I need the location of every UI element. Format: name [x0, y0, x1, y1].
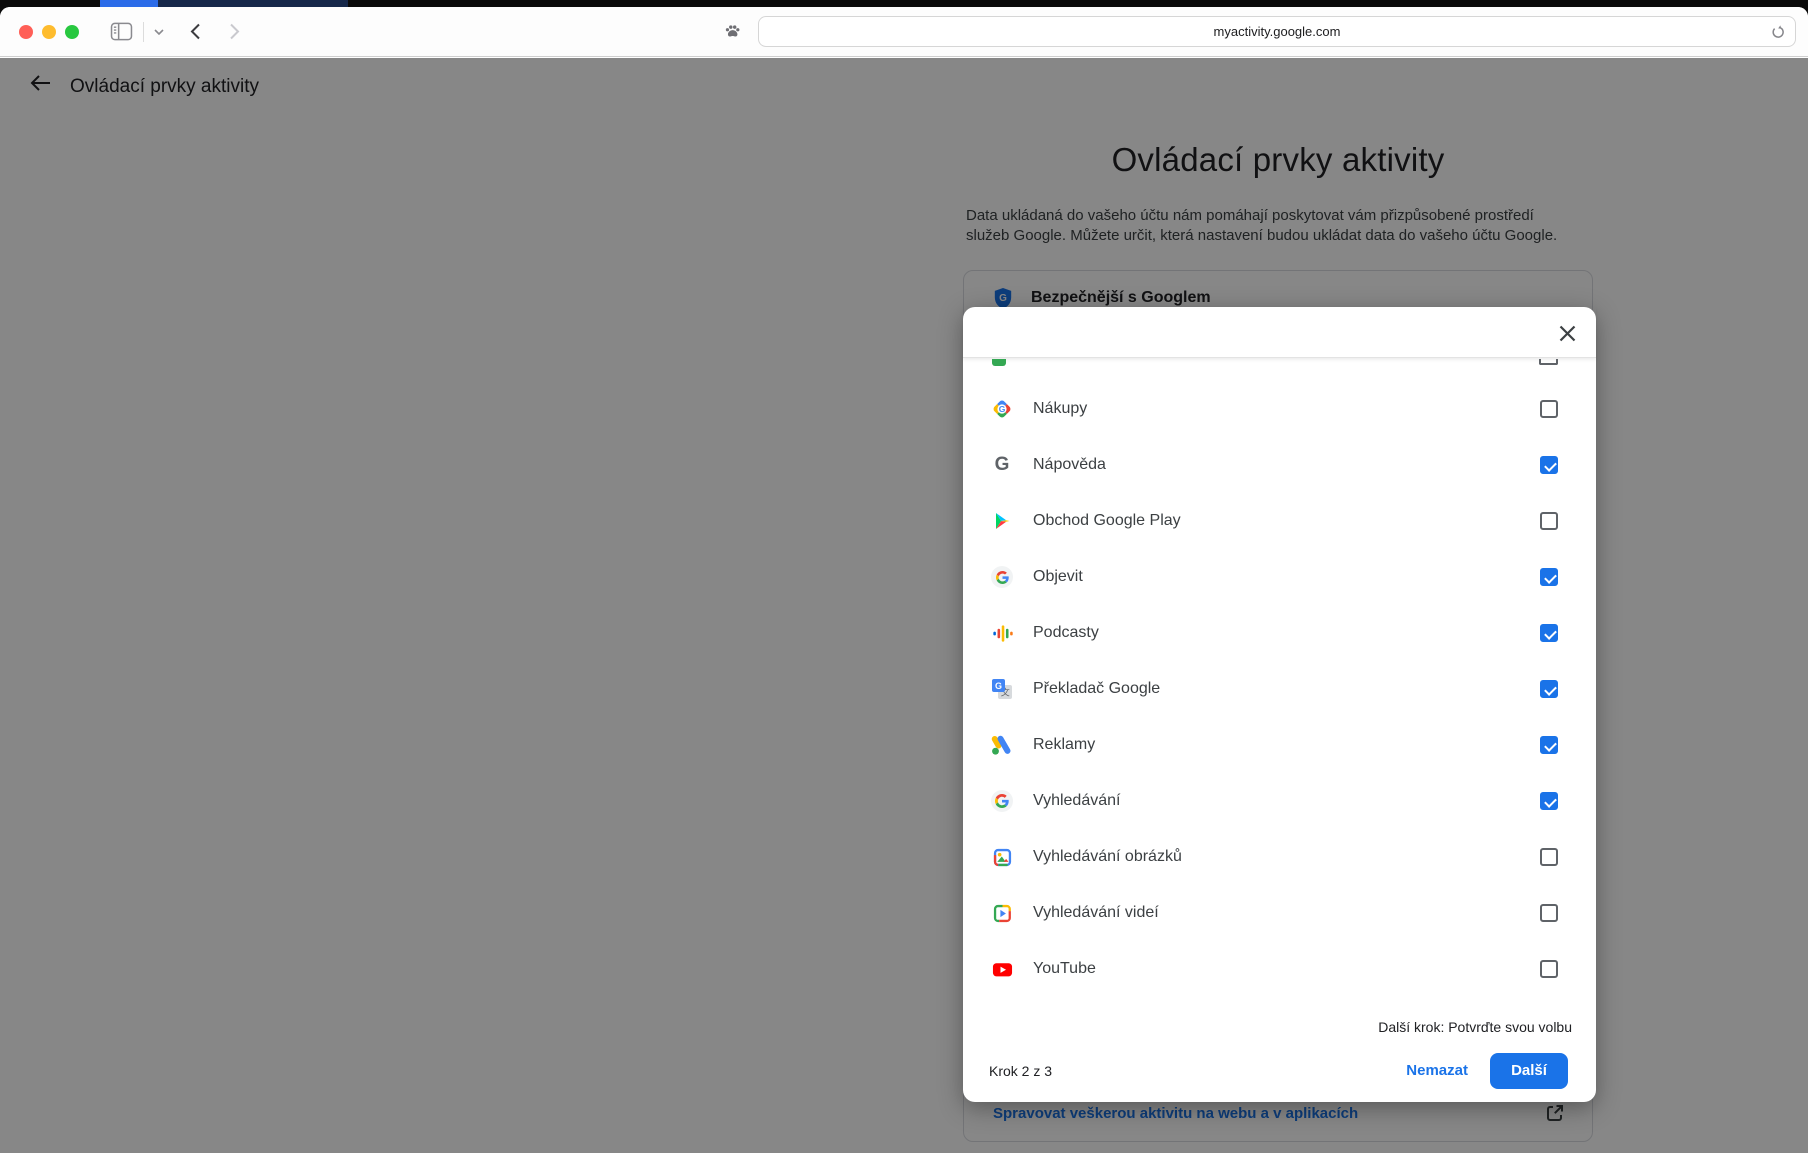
- browser-window: myactivity.google.com Ovládací prvky akt…: [0, 7, 1808, 1153]
- activity-controls-dialog: G Nákupy G Nápověda Obchod Google Play O…: [963, 307, 1596, 1102]
- dalsi-button[interactable]: Další: [1490, 1052, 1568, 1089]
- google-shopping-icon: G: [991, 398, 1013, 420]
- list-item-podcasty: Podcasty: [963, 605, 1596, 661]
- list-item-label: Nákupy: [1033, 400, 1088, 417]
- list-item-label: Nápověda: [1033, 456, 1106, 473]
- list-item-label: Vyhledávání obrázků: [1033, 848, 1182, 865]
- dialog-footer: Krok 2 z 3 Nemazat Další: [989, 1052, 1568, 1089]
- sidebar-toggle-button[interactable]: [106, 18, 137, 45]
- forward-chevron-icon: [229, 23, 240, 40]
- browser-toolbar: myactivity.google.com: [0, 7, 1808, 57]
- nemazat-button[interactable]: Nemazat: [1396, 1054, 1478, 1087]
- list-item-label: Vyhledávání: [1033, 792, 1121, 809]
- toolbar-divider: [143, 21, 144, 42]
- screen: myactivity.google.com Ovládací prvky akt…: [0, 0, 1808, 1153]
- list-item-label: Vyhledávání videí: [1033, 904, 1159, 921]
- checkbox[interactable]: [1540, 848, 1558, 866]
- google-discover-icon: [991, 566, 1013, 588]
- back-button[interactable]: [186, 19, 205, 44]
- checkbox[interactable]: [1540, 904, 1558, 922]
- chevron-down-icon: [154, 28, 164, 35]
- tab-overview-chevron-button[interactable]: [150, 25, 168, 39]
- list-item-vyhledavani-videi: Vyhledávání videí: [963, 885, 1596, 941]
- window-controls: [19, 24, 79, 39]
- next-step-hint: Další krok: Potvrďte svou volbu: [1378, 1019, 1572, 1035]
- google-podcasts-icon: [991, 622, 1013, 644]
- google-help-icon: G: [994, 454, 1010, 475]
- list-item-objevit: Objevit: [963, 549, 1596, 605]
- checkbox[interactable]: [1540, 512, 1558, 530]
- list-item-label: Objevit: [1033, 568, 1083, 585]
- list-item-nakupy: G Nákupy: [963, 381, 1596, 437]
- list-item-label: Reklamy: [1033, 736, 1096, 753]
- google-ads-icon: [991, 734, 1013, 756]
- checkbox[interactable]: [1540, 792, 1558, 810]
- checkbox[interactable]: [1540, 736, 1558, 754]
- step-indicator: Krok 2 z 3: [989, 1062, 1053, 1079]
- address-bar[interactable]: myactivity.google.com: [758, 16, 1796, 47]
- svg-text:G: G: [995, 681, 1002, 691]
- minimize-window-button[interactable]: [42, 24, 56, 39]
- url-text: myactivity.google.com: [1213, 24, 1341, 39]
- svg-text:G: G: [999, 404, 1006, 414]
- list-item-label: Překladač Google: [1033, 680, 1161, 697]
- list-item-prekladac-google: 文 G Překladač Google: [963, 661, 1596, 717]
- sidebar-icon: [110, 22, 133, 41]
- background-window-accent-dark: [158, 0, 348, 7]
- dialog-header: [963, 307, 1596, 358]
- checkbox[interactable]: [1540, 680, 1558, 698]
- zoom-window-button[interactable]: [65, 24, 79, 39]
- extension-button[interactable]: [719, 18, 746, 45]
- close-dialog-button[interactable]: [1554, 320, 1580, 346]
- list-item-vyhledavani: Vyhledávání: [963, 773, 1596, 829]
- background-window-edge: [0, 0, 1808, 7]
- list-item-napoveda: G Nápověda: [963, 437, 1596, 493]
- list-item-label: YouTube: [1033, 960, 1096, 977]
- list-item-label: Obchod Google Play: [1033, 512, 1181, 529]
- paw-extension-icon: [723, 22, 742, 41]
- list-item-vyhledavani-obrazku: Vyhledávání obrázků: [963, 829, 1596, 885]
- list-item-reklamy: Reklamy: [963, 717, 1596, 773]
- back-chevron-icon: [190, 23, 201, 40]
- list-item-obchod-google-play: Obchod Google Play: [963, 493, 1596, 549]
- reload-icon[interactable]: [1770, 24, 1786, 40]
- services-list: G Nákupy G Nápověda Obchod Google Play O…: [963, 381, 1596, 997]
- cut-off-service-icon: [992, 359, 1006, 366]
- video-search-icon: [991, 902, 1013, 924]
- google-search-icon: [991, 790, 1013, 812]
- google-translate-icon: 文 G: [991, 678, 1013, 700]
- checkbox[interactable]: [1540, 400, 1558, 418]
- google-play-icon: [991, 510, 1013, 532]
- forward-button[interactable]: [225, 19, 244, 44]
- checkbox[interactable]: [1540, 960, 1558, 978]
- list-item-youtube: YouTube: [963, 941, 1596, 997]
- close-window-button[interactable]: [19, 24, 33, 39]
- list-item-label: Podcasty: [1033, 624, 1099, 641]
- checkbox[interactable]: [1540, 456, 1558, 474]
- background-window-accent: [100, 0, 158, 7]
- checkbox[interactable]: [1540, 624, 1558, 642]
- close-icon: [1557, 323, 1578, 344]
- youtube-icon: [991, 958, 1013, 980]
- cut-off-checkbox[interactable]: [1539, 359, 1558, 365]
- checkbox[interactable]: [1540, 568, 1558, 586]
- image-search-icon: [991, 846, 1013, 868]
